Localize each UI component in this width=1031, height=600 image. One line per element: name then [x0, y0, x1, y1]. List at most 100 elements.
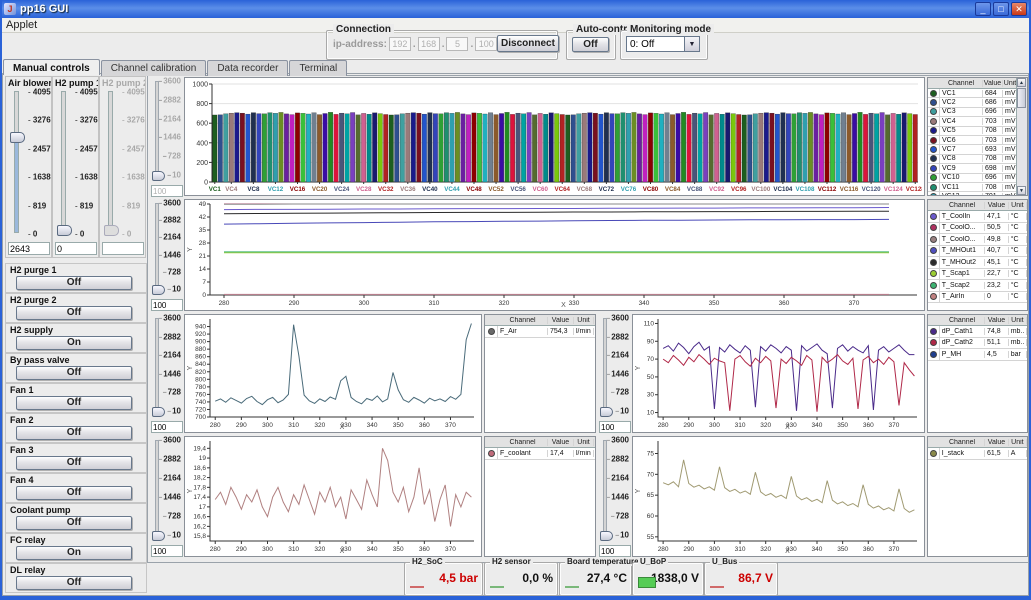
param-slider-air-blower: Air blower40953276245716388190 [5, 76, 52, 258]
param-slider-value[interactable] [55, 242, 97, 255]
param-slider-value[interactable] [102, 242, 144, 255]
range-slider-value[interactable] [151, 545, 183, 557]
svg-text:300: 300 [262, 422, 273, 429]
toggle-group-h2-purge-1: H2 purge 1Off [5, 263, 147, 293]
tab-manual-controls[interactable]: Manual controls [3, 59, 100, 75]
slider-track[interactable] [61, 91, 66, 233]
svg-text:VC88: VC88 [687, 186, 703, 193]
slider-tick-label: 2457 [122, 144, 145, 153]
chevron-down-icon[interactable]: ▼ [684, 37, 699, 51]
disconnect-button[interactable]: Disconnect [497, 35, 559, 52]
svg-text:320: 320 [314, 422, 325, 429]
scrollbar-thumb[interactable] [1017, 88, 1026, 108]
slider-tick-label: 3276 [28, 116, 51, 125]
svg-text:14: 14 [199, 266, 207, 273]
series-color-dot [930, 293, 937, 300]
range-slider-row2[interactable]: 360028822164144672810 [150, 199, 183, 311]
toggle-button-h2-purge-2[interactable]: Off [16, 306, 132, 320]
svg-text:900: 900 [195, 339, 206, 346]
value-cell: 754,3 [548, 328, 574, 335]
series-color-cell [928, 136, 940, 144]
range-slider-track[interactable] [155, 318, 159, 411]
range-slider-thumb[interactable] [152, 171, 165, 181]
series-color-cell [928, 108, 940, 116]
scroll-down-icon[interactable]: ▼ [1017, 186, 1026, 195]
auto-control-button[interactable]: Off [572, 37, 609, 52]
svg-text:65: 65 [647, 492, 655, 499]
close-button[interactable]: ✕ [1011, 2, 1027, 16]
svg-text:370: 370 [888, 546, 899, 553]
range-tick-label: 10 [167, 531, 181, 540]
range-slider-track[interactable] [603, 440, 607, 535]
range-slider-row4-left[interactable]: 360028822164144672810 [150, 436, 183, 557]
svg-text:370: 370 [849, 300, 860, 307]
coolant-flow-table: ChannelValueUnitF_coolant17,4l/min [484, 436, 596, 557]
table-row: T_CoolIn47,1°C [928, 211, 1027, 223]
channel-cell: VC6 [940, 137, 983, 144]
minimize-button[interactable]: _ [975, 2, 991, 16]
svg-text:VC104: VC104 [773, 186, 792, 193]
toggle-button-coolant-pump[interactable]: Off [16, 516, 132, 530]
range-slider-thumb[interactable] [152, 531, 165, 541]
toggle-button-fan-4[interactable]: Off [16, 486, 132, 500]
toggle-button-dl-relay[interactable]: Off [16, 576, 132, 590]
toggle-button-fan-3[interactable]: Off [16, 456, 132, 470]
param-slider-value[interactable] [8, 242, 50, 255]
table-row: VC9698mV [928, 164, 1027, 173]
slider-track[interactable] [14, 91, 19, 233]
tab-terminal[interactable]: Terminal [289, 60, 347, 76]
ip-octet-4[interactable] [475, 37, 497, 51]
scroll-up-icon[interactable]: ▲ [1017, 78, 1026, 87]
toggle-button-by-pass-valve[interactable]: Off [16, 366, 132, 380]
slider-tick-label: 0 [28, 230, 37, 239]
range-slider-thumb[interactable] [152, 285, 165, 295]
svg-text:VC108: VC108 [795, 186, 814, 193]
slider-thumb[interactable] [57, 225, 72, 236]
slider-track[interactable] [108, 91, 113, 233]
title-bar[interactable]: J pp16 GUI _ □ ✕ [0, 0, 1031, 18]
range-slider-row4-mid[interactable]: 360028822164144672810 [598, 436, 631, 557]
tab-channel-calibration[interactable]: Channel calibration [101, 60, 207, 76]
table-scrollbar[interactable]: ▲▼ [1016, 78, 1027, 195]
ip-octet-2[interactable] [418, 37, 440, 51]
window-edge-bottom [0, 596, 1031, 600]
ip-octet-3[interactable] [446, 37, 468, 51]
ip-octet-1[interactable] [389, 37, 411, 51]
menu-applet[interactable]: Applet [6, 19, 37, 31]
monitoring-mode-select[interactable]: 0: Off ▼ [626, 36, 700, 52]
range-slider-value[interactable] [151, 299, 183, 311]
toggle-label: Coolant pump [6, 504, 146, 515]
toggle-button-fan-2[interactable]: Off [16, 426, 132, 440]
maximize-button[interactable]: □ [993, 2, 1009, 16]
range-slider-track[interactable] [155, 81, 159, 175]
range-slider-row3-left[interactable]: 360028822164144672810 [150, 314, 183, 433]
range-slider-track[interactable] [155, 203, 159, 289]
range-slider-row3-mid[interactable]: 360028822164144672810 [598, 314, 631, 433]
range-slider-track[interactable] [603, 318, 607, 411]
tab-data-recorder[interactable]: Data recorder [207, 60, 288, 76]
svg-text:VC44: VC44 [444, 186, 460, 193]
range-slider-value[interactable] [151, 421, 183, 433]
toggle-button-h2-supply[interactable]: On [16, 336, 132, 350]
svg-text:17: 17 [199, 504, 207, 511]
toggle-button-fc-relay[interactable]: On [16, 546, 132, 560]
slider-thumb[interactable] [10, 132, 25, 143]
range-slider-thumb[interactable] [600, 407, 613, 417]
channel-cell: VC3 [940, 108, 983, 115]
toggle-group-coolant-pump: Coolant pumpOff [5, 503, 147, 533]
range-tick-label: 3600 [158, 436, 181, 445]
range-slider-thumb[interactable] [152, 407, 165, 417]
range-slider-row1[interactable]: 360028822164144672810 [150, 77, 183, 197]
toggle-button-fan-1[interactable]: Off [16, 396, 132, 410]
table-header-cell: Unit [574, 439, 594, 446]
toggle-button-h2-purge-1[interactable]: Off [16, 276, 132, 290]
range-slider-track[interactable] [155, 440, 159, 535]
toggle-group-fc-relay: FC relayOn [5, 533, 147, 563]
range-slider-value[interactable] [151, 185, 183, 197]
range-slider-value[interactable] [599, 545, 631, 557]
slider-thumb[interactable] [104, 225, 119, 236]
range-slider-value[interactable] [599, 421, 631, 433]
range-slider-thumb[interactable] [600, 531, 613, 541]
value-cell: 703 [983, 118, 1003, 125]
svg-text:VC60: VC60 [532, 186, 548, 193]
